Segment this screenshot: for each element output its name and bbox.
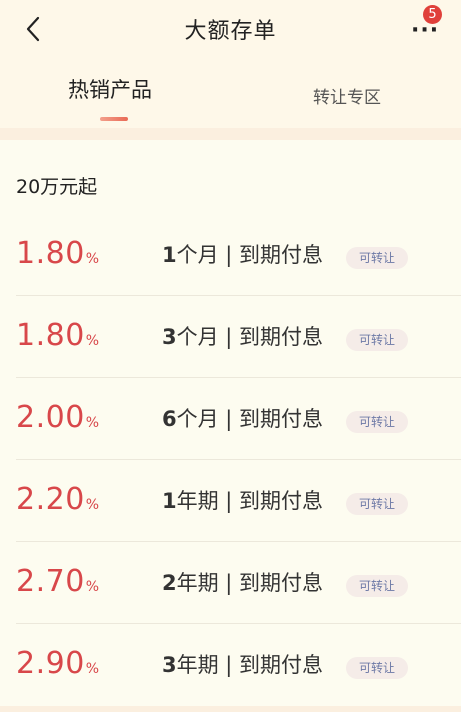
transferable-tag: 可转让 bbox=[346, 411, 408, 433]
rate-value: 2.00 bbox=[16, 400, 85, 435]
interest-rate: 1.80% bbox=[16, 236, 100, 271]
more-dots-icon: ··· bbox=[411, 18, 440, 43]
term-text: 个月 | 到期付息 bbox=[176, 407, 324, 431]
product-row[interactable]: 2.00% 6个月 | 到期付息 可转让 bbox=[0, 378, 461, 460]
section-divider bbox=[0, 128, 461, 140]
term-label: 1个月 | 到期付息 bbox=[162, 239, 323, 269]
section-title: 20万元起 bbox=[16, 176, 98, 198]
term-text: 个月 | 到期付息 bbox=[176, 325, 324, 349]
transferable-tag: 可转让 bbox=[346, 493, 408, 515]
more-button[interactable]: ··· 5 bbox=[411, 5, 445, 44]
tab-hot-products[interactable]: 热销产品 bbox=[68, 74, 152, 104]
term-label: 3个月 | 到期付息 bbox=[162, 321, 323, 351]
product-row[interactable]: 2.20% 1年期 | 到期付息 可转让 bbox=[0, 460, 461, 542]
transferable-tag: 可转让 bbox=[346, 575, 408, 597]
term-text: 年期 | 到期付息 bbox=[176, 653, 324, 677]
transferable-tag: 可转让 bbox=[346, 657, 408, 679]
product-row[interactable]: 1.80% 3个月 | 到期付息 可转让 bbox=[0, 296, 461, 378]
term-number: 3 bbox=[162, 325, 177, 349]
header-bar: 大额存单 ··· 5 bbox=[0, 0, 461, 58]
page: 大额存单 ··· 5 热销产品 转让专区 20万元起 1.80% 1个月 | 到… bbox=[0, 0, 461, 712]
term-label: 3年期 | 到期付息 bbox=[162, 649, 323, 679]
interest-rate: 1.80% bbox=[16, 318, 100, 353]
rate-value: 2.70 bbox=[16, 564, 85, 599]
term-number: 1 bbox=[162, 489, 177, 513]
page-title: 大额存单 bbox=[184, 19, 277, 44]
tab-active-indicator bbox=[100, 117, 128, 121]
interest-rate: 2.70% bbox=[16, 564, 100, 599]
interest-rate: 2.20% bbox=[16, 482, 100, 517]
term-number: 1 bbox=[162, 243, 177, 267]
rate-value: 1.80 bbox=[16, 236, 85, 271]
term-label: 6个月 | 到期付息 bbox=[162, 403, 323, 433]
tab-bar: 热销产品 转让专区 bbox=[0, 58, 461, 128]
term-label: 2年期 | 到期付息 bbox=[162, 567, 323, 597]
interest-rate: 2.90% bbox=[16, 646, 100, 681]
product-row[interactable]: 2.70% 2年期 | 到期付息 可转让 bbox=[0, 542, 461, 624]
rate-unit: % bbox=[85, 333, 100, 349]
term-number: 3 bbox=[162, 653, 177, 677]
rate-unit: % bbox=[85, 579, 100, 595]
rate-unit: % bbox=[85, 251, 100, 267]
transferable-tag: 可转让 bbox=[346, 247, 408, 269]
rate-value: 2.90 bbox=[16, 646, 85, 681]
rate-value: 1.80 bbox=[16, 318, 85, 353]
term-label: 1年期 | 到期付息 bbox=[162, 485, 323, 515]
term-number: 2 bbox=[162, 571, 177, 595]
product-row[interactable]: 1.80% 1个月 | 到期付息 可转让 bbox=[0, 214, 461, 296]
rate-value: 2.20 bbox=[16, 482, 85, 517]
interest-rate: 2.00% bbox=[16, 400, 100, 435]
bottom-divider bbox=[0, 706, 461, 712]
term-number: 6 bbox=[162, 407, 177, 431]
tab-transfer-zone[interactable]: 转让专区 bbox=[313, 83, 381, 108]
rate-unit: % bbox=[85, 497, 100, 513]
rate-unit: % bbox=[85, 415, 100, 431]
term-text: 个月 | 到期付息 bbox=[176, 243, 324, 267]
rate-unit: % bbox=[85, 661, 100, 677]
product-row[interactable]: 2.90% 3年期 | 到期付息 可转让 bbox=[0, 624, 461, 706]
transferable-tag: 可转让 bbox=[346, 329, 408, 351]
notification-badge: 5 bbox=[423, 5, 442, 24]
term-text: 年期 | 到期付息 bbox=[176, 489, 324, 513]
term-text: 年期 | 到期付息 bbox=[176, 571, 324, 595]
